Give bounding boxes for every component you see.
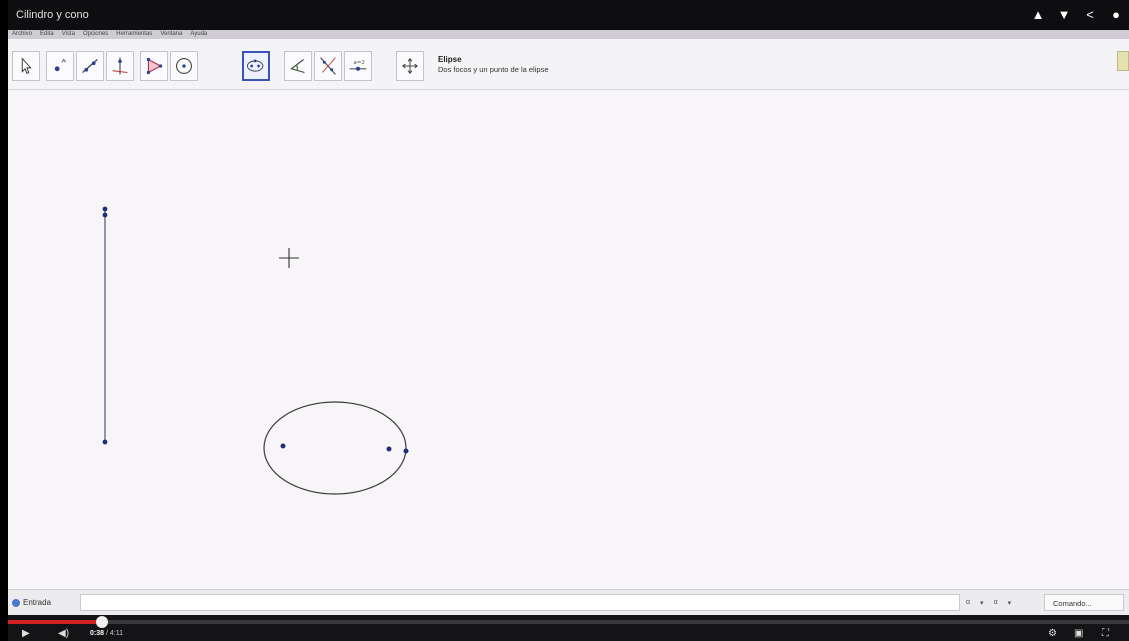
drawing-canvas[interactable] [8, 90, 1129, 588]
move-view-tool-icon[interactable] [396, 51, 424, 81]
symbol-button[interactable]: α [994, 599, 998, 607]
progress-bar[interactable] [8, 620, 1129, 624]
share-icon[interactable]: < [1083, 7, 1097, 22]
polygon-tool-icon[interactable] [140, 51, 168, 81]
current-time: 0:38 [90, 630, 105, 637]
fullscreen-icon[interactable]: ⛶ [1102, 628, 1109, 639]
menu-ventana[interactable]: Ventana [160, 30, 182, 39]
menu-bar: Archivo Edita Vista Opciones Herramienta… [8, 30, 1129, 39]
ellipse-shape [263, 401, 407, 495]
ellipse-focus-left [280, 443, 286, 449]
input-label: Entrada [12, 598, 51, 607]
crosshair-cursor-icon [279, 248, 299, 268]
alpha-dropdown-icon[interactable]: ▾ [980, 599, 984, 607]
tool-help-name: Elipse [438, 55, 462, 64]
settings-icon[interactable]: ⚙ [1048, 628, 1057, 639]
progress-fill [8, 620, 103, 624]
reflect-tool-icon[interactable] [314, 51, 342, 81]
command-select[interactable]: Comando... [1044, 594, 1124, 611]
input-bar: Entrada α ▾ α ▾ Comando... [8, 589, 1129, 616]
play-icon[interactable]: ▶ [22, 628, 30, 639]
info-icon[interactable]: ● [1109, 7, 1123, 22]
volume-icon[interactable]: ◀) [58, 628, 69, 639]
video-actions: ▲ ▼ < ● [1031, 7, 1123, 22]
perpendicular-tool-icon[interactable] [106, 51, 134, 81]
panel-toggle[interactable] [1117, 51, 1129, 71]
input-field[interactable] [80, 594, 960, 611]
ellipse-tool-icon[interactable] [242, 51, 270, 81]
segment-point-top [102, 206, 108, 212]
segment-point-bottom [102, 439, 108, 445]
input-controls: α ▾ α ▾ [966, 599, 1011, 607]
line-tool-icon[interactable] [76, 51, 104, 81]
slider-tool-icon[interactable]: a=2 [344, 51, 372, 81]
thumbs-up-icon[interactable]: ▲ [1031, 7, 1045, 22]
graphics-view[interactable] [8, 90, 1129, 588]
angle-tool-icon[interactable] [284, 51, 312, 81]
duration: 4:11 [109, 630, 123, 637]
svg-text:a=2: a=2 [353, 60, 365, 66]
menu-opciones[interactable]: Opciones [83, 30, 108, 39]
menu-ayuda[interactable]: Ayuda [190, 30, 207, 39]
move-tool-icon[interactable] [12, 51, 40, 81]
ellipse-focus-right [386, 446, 392, 452]
ellipse-point [403, 448, 409, 454]
video-title[interactable]: Cilindro y cono [16, 9, 89, 21]
help-icon[interactable] [12, 598, 20, 607]
youtube-icon[interactable]: ▣ [1074, 628, 1083, 639]
menu-herramientas[interactable]: Herramientas [116, 30, 152, 39]
video-player-bar: ▶ ◀) 0:38 / 4:11 ⚙ ▣ ⛶ [8, 615, 1129, 641]
point-tool-icon[interactable] [46, 51, 74, 81]
input-label-text: Entrada [23, 598, 52, 607]
toolbar: a=2 Elipse Dos focos y un punto de la el… [8, 39, 1129, 90]
menu-archivo[interactable]: Archivo [12, 30, 32, 39]
segment-point-top-2 [102, 212, 108, 218]
progress-scrubber[interactable] [96, 616, 109, 628]
tool-help-description: Dos focos y un punto de la elipse [438, 65, 549, 74]
video-time: 0:38 / 4:11 [90, 630, 123, 637]
symbol-dropdown-icon[interactable]: ▾ [1008, 599, 1012, 607]
alpha-button[interactable]: α [966, 599, 970, 607]
tool-help: Elipse Dos focos y un punto de la elipse [438, 55, 549, 74]
thumbs-down-icon[interactable]: ▼ [1057, 7, 1071, 22]
video-frame: Cilindro y cono ▲ ▼ < ● Archivo Edita Vi… [8, 0, 1129, 641]
menu-vista[interactable]: Vista [62, 30, 75, 39]
circle-tool-icon[interactable] [170, 51, 198, 81]
video-title-bar: Cilindro y cono ▲ ▼ < ● [8, 0, 1129, 30]
menu-edita[interactable]: Edita [40, 30, 54, 39]
